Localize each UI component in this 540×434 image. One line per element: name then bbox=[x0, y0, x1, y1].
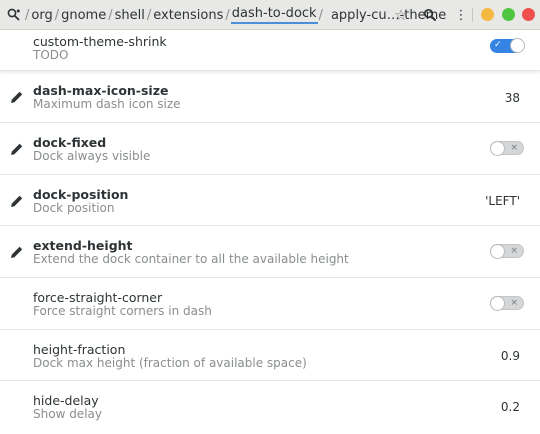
key-row-dash-max-icon-size[interactable]: dash-max-icon-size Maximum dash icon siz… bbox=[0, 71, 540, 123]
key-summary: Extend the dock container to all the ava… bbox=[33, 252, 349, 266]
key-row-force-straight-corner[interactable]: force-straight-corner Force straight cor… bbox=[0, 278, 540, 330]
close-button[interactable] bbox=[522, 8, 535, 21]
toggle-switch[interactable]: × bbox=[490, 296, 524, 311]
check-icon: ✓ bbox=[494, 40, 502, 50]
keys-list: custom-theme-shrink TODO ✓ dash-max-icon… bbox=[0, 30, 540, 433]
key-value[interactable]: 'LEFT' bbox=[485, 194, 520, 208]
pencil-icon bbox=[11, 91, 23, 103]
switch-knob bbox=[490, 244, 505, 259]
pencil-icon bbox=[11, 246, 23, 258]
toggle-switch[interactable]: ✓ bbox=[490, 38, 525, 53]
toggle-switch[interactable]: × bbox=[490, 141, 524, 156]
switch-knob bbox=[490, 296, 505, 311]
key-row-custom-theme-shrink[interactable]: custom-theme-shrink TODO ✓ bbox=[0, 30, 540, 71]
key-name: dock-fixed bbox=[33, 135, 107, 150]
breadcrumb-item-org[interactable]: org bbox=[30, 8, 53, 23]
cross-icon: × bbox=[510, 143, 518, 153]
key-name: dash-max-icon-size bbox=[33, 83, 169, 98]
key-summary: Force straight corners in dash bbox=[33, 304, 212, 318]
bookmark-star-icon[interactable]: ☆ bbox=[391, 5, 411, 25]
key-row-hide-delay[interactable]: hide-delay Show delay 0.2 bbox=[0, 381, 540, 433]
breadcrumb: / org / gnome / shell / extensions / das… bbox=[24, 0, 447, 30]
path-search-icon[interactable] bbox=[6, 7, 22, 23]
breadcrumb-item-shell[interactable]: shell bbox=[114, 8, 146, 23]
switch-knob bbox=[510, 38, 525, 53]
breadcrumb-separator: / bbox=[318, 7, 323, 23]
breadcrumb-item-dash-to-dock[interactable]: dash-to-dock bbox=[230, 6, 318, 24]
minimize-button[interactable] bbox=[481, 8, 494, 21]
key-summary: Dock always visible bbox=[33, 149, 151, 163]
key-name: height-fraction bbox=[33, 342, 126, 357]
breadcrumb-item-extensions[interactable]: extensions bbox=[152, 8, 224, 23]
pencil-icon bbox=[11, 195, 23, 207]
cross-icon: × bbox=[510, 298, 518, 308]
search-button[interactable] bbox=[420, 5, 440, 25]
key-name: hide-delay bbox=[33, 393, 99, 408]
cross-icon: × bbox=[510, 246, 518, 256]
key-value[interactable]: 0.2 bbox=[501, 400, 520, 414]
search-icon bbox=[423, 8, 436, 21]
key-row-extend-height[interactable]: extend-height Extend the dock container … bbox=[0, 226, 540, 278]
key-row-dock-position[interactable]: dock-position Dock position 'LEFT' bbox=[0, 175, 540, 226]
key-summary: Maximum dash icon size bbox=[33, 97, 181, 111]
key-summary: Show delay bbox=[33, 407, 102, 421]
key-summary: Dock position bbox=[33, 201, 115, 215]
key-name: dock-position bbox=[33, 187, 129, 202]
menu-icon[interactable]: ⋮ bbox=[451, 5, 471, 25]
key-summary: TODO bbox=[33, 48, 69, 62]
key-value[interactable]: 38 bbox=[505, 91, 520, 105]
key-name: custom-theme-shrink bbox=[33, 34, 167, 49]
key-summary: Dock max height (fraction of available s… bbox=[33, 356, 307, 370]
key-row-dock-fixed[interactable]: dock-fixed Dock always visible × bbox=[0, 123, 540, 175]
pencil-icon bbox=[11, 143, 23, 155]
key-row-height-fraction[interactable]: height-fraction Dock max height (fractio… bbox=[0, 330, 540, 381]
breadcrumb-item-gnome[interactable]: gnome bbox=[60, 8, 107, 23]
toggle-switch[interactable]: × bbox=[490, 244, 524, 259]
maximize-button[interactable] bbox=[502, 8, 515, 21]
key-name: force-straight-corner bbox=[33, 290, 163, 305]
key-name: extend-height bbox=[33, 238, 133, 253]
key-value[interactable]: 0.9 bbox=[501, 349, 520, 363]
header-bar: / org / gnome / shell / extensions / das… bbox=[0, 0, 540, 30]
switch-knob bbox=[490, 141, 505, 156]
header-divider bbox=[472, 8, 473, 22]
